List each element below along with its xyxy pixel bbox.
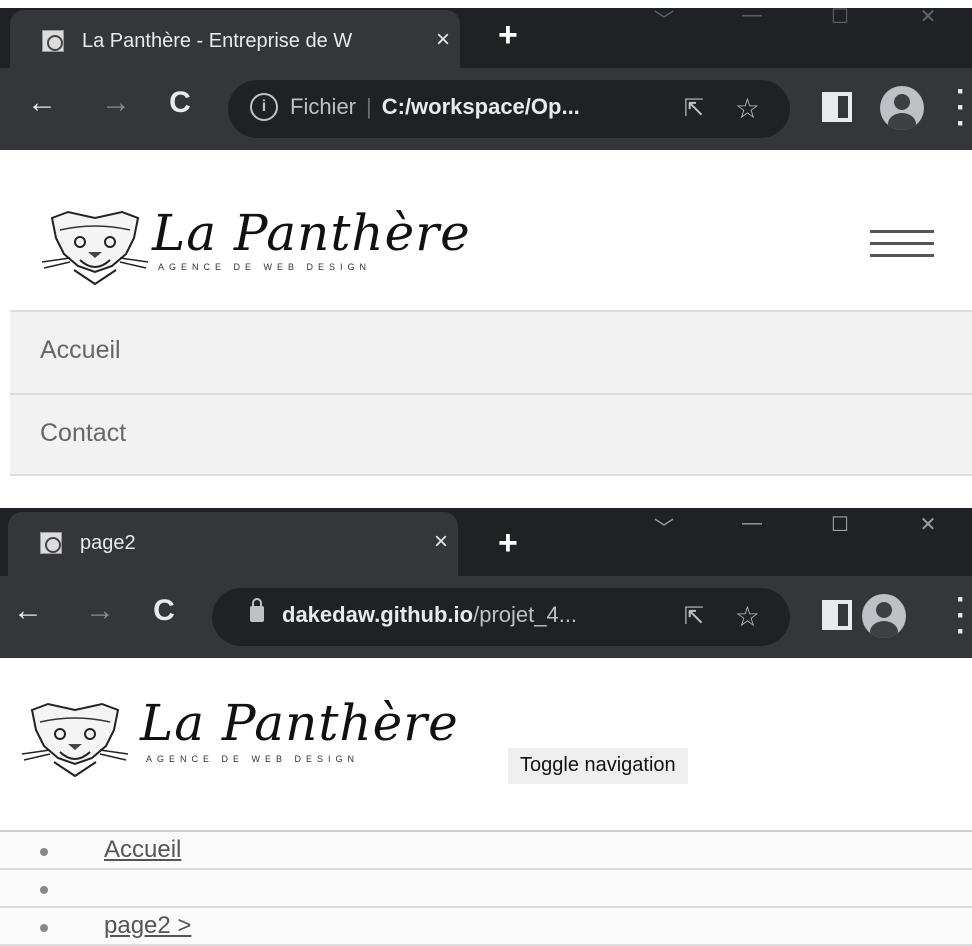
more-vert-icon[interactable]: · · ·: [954, 585, 968, 647]
minimize-icon[interactable]: —: [708, 4, 796, 34]
tab-search-icon[interactable]: ﹀: [620, 512, 708, 542]
new-tab-button[interactable]: +: [498, 18, 518, 52]
panther-logo-icon: [20, 700, 130, 778]
tab-close-icon[interactable]: ×: [430, 26, 456, 54]
url-path: C:/workspace/Op...: [381, 94, 580, 119]
share-icon[interactable]: ⇱: [684, 602, 704, 631]
lock-icon[interactable]: [250, 598, 264, 622]
toggle-navigation-button[interactable]: Toggle navigation: [508, 748, 688, 784]
bullet-icon: [40, 848, 48, 856]
bookmark-star-icon[interactable]: ☆: [735, 92, 760, 125]
tab-title: page2: [80, 532, 136, 554]
link-accueil[interactable]: Accueil: [104, 836, 181, 864]
back-icon[interactable]: ←: [22, 86, 62, 120]
browser-titlebar: La Panthère - Entreprise de W × + ﹀ — ☐ …: [0, 0, 972, 68]
window-controls: ﹀ — ☐ ✕: [620, 4, 972, 34]
list-item: Accueil: [0, 832, 972, 870]
nav-item-contact[interactable]: Contact: [10, 393, 972, 476]
side-panel-icon[interactable]: [822, 92, 852, 122]
favicon-icon: [42, 30, 64, 52]
browser-tab[interactable]: La Panthère - Entreprise de W ×: [10, 10, 460, 68]
url-scheme: Fichier: [290, 94, 357, 119]
page-viewport: La Panthère AGENCE DE WEB DESIGN Accueil…: [0, 150, 972, 480]
maximize-icon[interactable]: ☐: [796, 4, 884, 34]
screenshot-github-page: page2 × + ﹀ — ☐ ✕ ← → C dakedaw.github.i…: [0, 508, 972, 946]
site-info-icon[interactable]: i: [250, 93, 278, 121]
share-icon[interactable]: ⇱: [684, 94, 704, 123]
close-window-icon[interactable]: ✕: [884, 4, 972, 34]
profile-avatar-icon[interactable]: [862, 594, 906, 638]
screenshot-local-file: La Panthère - Entreprise de W × + ﹀ — ☐ …: [0, 0, 972, 480]
url-path: /projet_4...: [473, 602, 578, 627]
reload-icon[interactable]: C: [160, 86, 200, 120]
hamburger-bar: [870, 242, 934, 245]
url-text: dakedaw.github.io/projet_4...: [282, 602, 577, 628]
hamburger-bar: [870, 254, 934, 257]
address-bar[interactable]: dakedaw.github.io/projet_4... ⇱ ☆: [212, 588, 790, 646]
nav-item-accueil[interactable]: Accueil: [10, 310, 972, 393]
address-bar[interactable]: i Fichier | C:/workspace/Op... ⇱ ☆: [228, 80, 790, 138]
maximize-icon[interactable]: ☐: [796, 512, 884, 542]
brand-name: La Panthère: [140, 694, 459, 752]
bookmark-star-icon[interactable]: ☆: [735, 600, 760, 633]
side-panel-icon[interactable]: [822, 600, 852, 630]
browser-toolbar: ← → C dakedaw.github.io/projet_4... ⇱ ☆ …: [0, 576, 972, 658]
back-icon[interactable]: ←: [8, 594, 48, 628]
bullet-icon: [40, 924, 48, 932]
list-item: [0, 870, 972, 908]
nav-menu: Accueil Contact: [10, 310, 972, 476]
url-text: Fichier | C:/workspace/Op...: [290, 94, 580, 120]
url-separator: |: [366, 94, 372, 119]
profile-avatar-icon[interactable]: [880, 86, 924, 130]
reload-icon[interactable]: C: [144, 594, 184, 628]
brand-name: La Panthère: [152, 204, 471, 262]
brand-tagline: AGENCE DE WEB DESIGN: [146, 754, 360, 764]
close-window-icon[interactable]: ✕: [884, 512, 972, 542]
browser-titlebar: page2 × + ﹀ — ☐ ✕: [0, 508, 972, 576]
tab-search-icon[interactable]: ﹀: [620, 4, 708, 34]
hamburger-menu-icon[interactable]: [870, 230, 934, 260]
browser-toolbar: ← → C i Fichier | C:/workspace/Op... ⇱ ☆ ·…: [0, 68, 972, 150]
window-controls: ﹀ — ☐ ✕: [620, 512, 972, 542]
forward-icon[interactable]: →: [96, 86, 136, 120]
hamburger-bar: [870, 230, 934, 233]
nav-list: Accueil page2 >: [0, 830, 972, 946]
tab-close-icon[interactable]: ×: [428, 528, 454, 556]
list-item: page2 >: [0, 908, 972, 946]
bullet-icon: [40, 886, 48, 894]
url-host: dakedaw.github.io: [282, 602, 474, 627]
panther-logo-icon: [40, 208, 150, 286]
browser-tab[interactable]: page2 ×: [8, 512, 458, 576]
tab-title: La Panthère - Entreprise de W: [82, 30, 353, 52]
favicon-icon: [40, 532, 62, 554]
minimize-icon[interactable]: —: [708, 512, 796, 542]
brand-tagline: AGENCE DE WEB DESIGN: [158, 262, 372, 272]
more-vert-icon[interactable]: · · ·: [954, 77, 968, 139]
new-tab-button[interactable]: +: [498, 526, 518, 560]
link-page2[interactable]: page2 >: [104, 912, 191, 940]
forward-icon[interactable]: →: [80, 594, 120, 628]
